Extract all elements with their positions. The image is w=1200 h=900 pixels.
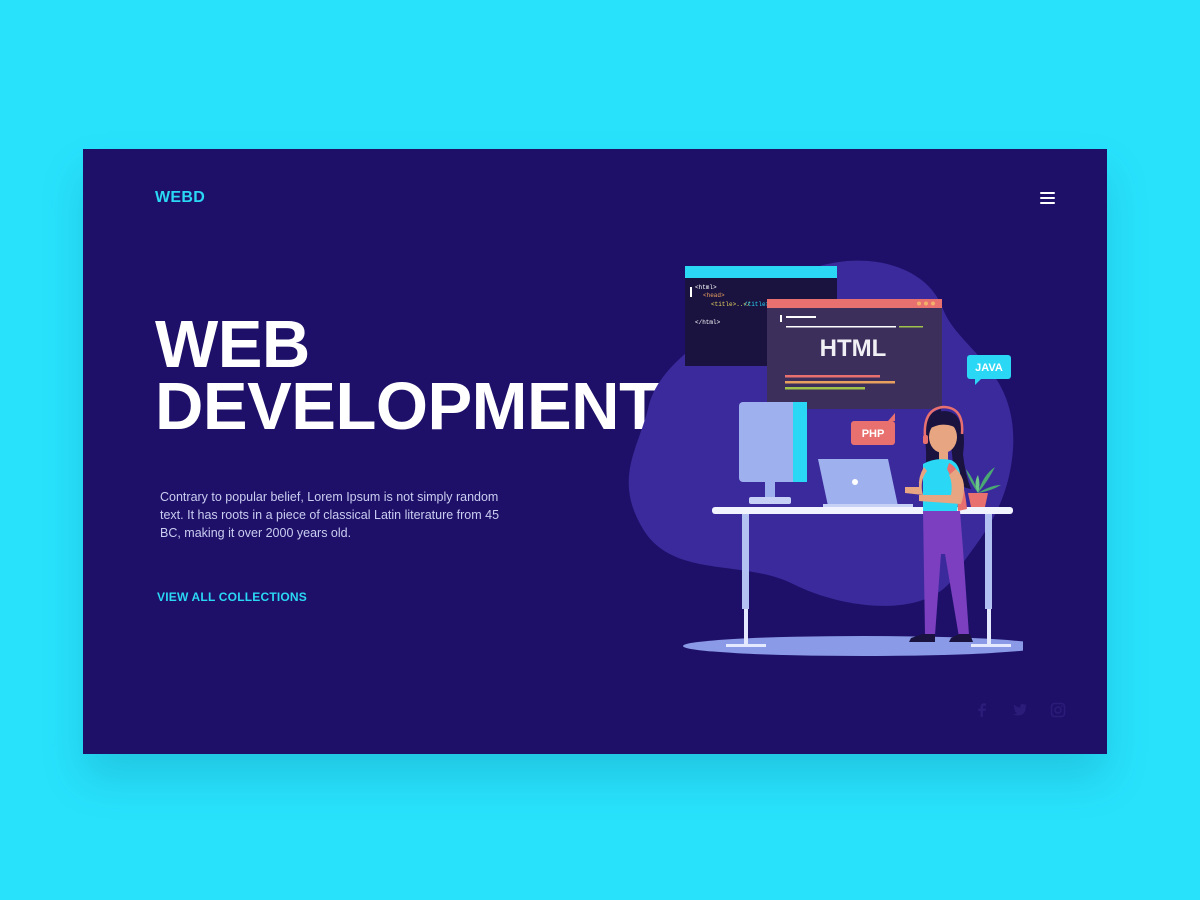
code-line-html-close: </html> — [695, 319, 721, 326]
html-window: HTML — [767, 299, 942, 409]
instagram-icon[interactable] — [1049, 701, 1067, 719]
hamburger-menu-icon[interactable] — [1038, 190, 1058, 206]
java-tag-label: JAVA — [975, 362, 1003, 374]
facebook-icon[interactable] — [973, 701, 991, 719]
php-tag-label: PHP — [862, 428, 885, 440]
web-development-illustration: <html> <head> <title>..</ /title> </html… — [623, 249, 1023, 669]
code-line-head: <head> — [703, 292, 725, 299]
code-line-title-close: /title> — [744, 301, 770, 308]
twitter-icon[interactable] — [1011, 701, 1029, 719]
html-window-label: HTML — [820, 335, 887, 362]
code-line-html-open: <html> — [695, 284, 717, 291]
hero-title-line-1: WEB — [155, 307, 310, 382]
site-logo[interactable]: WEBD — [155, 189, 205, 207]
hero-title-line-2: DEVELOPMENT — [155, 369, 660, 444]
view-all-collections-link[interactable]: VIEW ALL COLLECTIONS — [157, 590, 307, 604]
hero-card: WEBD WEB DEVELOPMENT Contrary to popular… — [83, 149, 1107, 754]
hero-description: Contrary to popular belief, Lorem Ipsum … — [160, 490, 500, 540]
hero-title: WEB DEVELOPMENT — [155, 307, 660, 444]
